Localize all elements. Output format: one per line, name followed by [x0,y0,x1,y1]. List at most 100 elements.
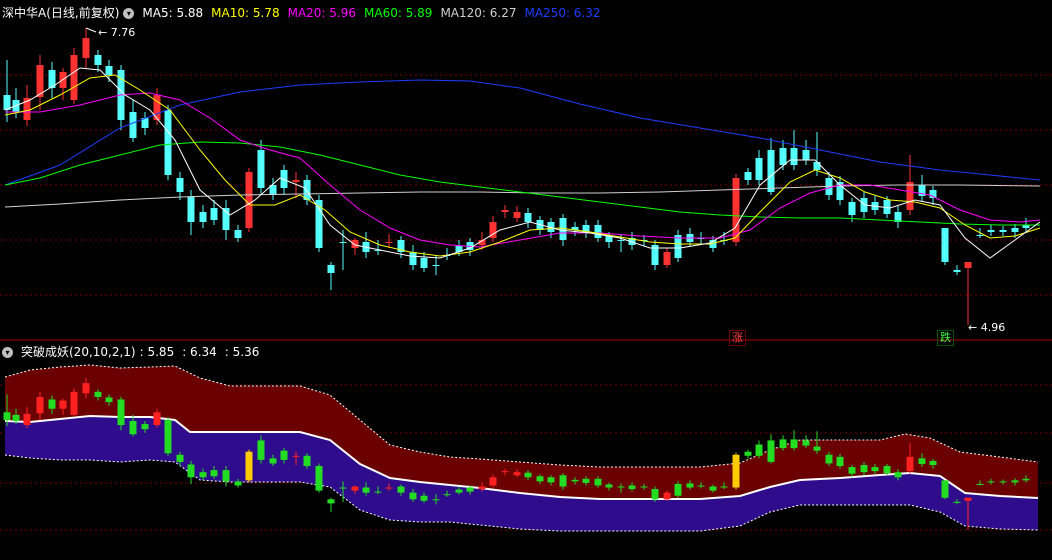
candle-down [813,162,821,170]
candle-up [385,242,393,243]
indicator-candle-down [941,480,949,498]
indicator-candle-down [697,485,705,487]
indicator-candle-down [720,486,728,488]
candle-down [94,55,102,65]
indicator-candle-up [478,486,486,490]
indicator-candle-down [141,424,149,430]
indicator-candle-up [489,477,497,486]
candle-down [848,202,856,215]
ma20-label: MA20: 5.96 [287,6,357,20]
indicator-candle-down [674,483,682,496]
indicator-candle-down [187,464,195,478]
indicator-candle-up [964,497,972,501]
indicator-candle-up [153,412,161,426]
indicator-value-2: : 6.34 [182,345,217,359]
indicator-candle-down [420,495,428,501]
indicator-value-1: : 5.85 [139,345,175,359]
indicator-candle-down [48,399,56,409]
indicator-candle-down [397,486,405,493]
indicator-candle-down [953,501,961,503]
ma120-label: MA120: 6.27 [440,6,517,20]
candle-down [105,66,113,75]
indicator-candle-down [466,487,474,492]
candle-up [732,178,740,242]
indicator-candle-down [524,472,532,478]
ma60-label: MA60: 5.89 [364,6,433,20]
indicator-candle-down [1022,478,1030,481]
indicator-candle-down [536,476,544,482]
candle-down [941,228,949,262]
indicator-candle-down [199,472,207,478]
high-marker [85,27,97,33]
indicator-candle-down [594,478,602,486]
candle-down [744,172,752,180]
candle-down [420,258,428,268]
candle-down [199,212,207,222]
candle-up [663,252,671,265]
indicator-candle-down [210,470,218,477]
chevron-down-icon[interactable]: ▾ [123,7,135,19]
candle-down [953,270,961,272]
indicator-candle-down [559,475,567,487]
candle-down [767,150,775,192]
fall-tag: 跌 [937,330,954,346]
candle-up [153,95,161,120]
indicator-value-3: : 5.36 [224,345,260,359]
candle-down [234,230,242,238]
indicator-candle-down [269,458,277,464]
indicator-candle-down [871,467,879,472]
candle-up [82,38,90,58]
indicator-candle-up [663,492,671,500]
indicator-candle-down [605,484,613,488]
candle-down [999,230,1007,232]
indicator-candle-down [315,466,323,491]
indicator-candle-down [12,414,20,421]
indicator-candle-up [70,391,78,415]
indicator-candle-down [836,456,844,467]
candle-down [594,225,602,238]
indicator-candle-down [651,489,659,500]
stock-chart[interactable]: ← 7.76 ← 4.96 [0,0,1052,560]
indicator-candle-down [280,450,288,460]
indicator-candle-down [94,391,102,397]
candle-down [210,208,218,220]
indicator-candle-down [547,477,555,483]
high-price-label: ← 7.76 [98,26,135,39]
indicator-candle-down [105,397,113,403]
indicator-candle-up [36,396,44,414]
candle-down [432,265,440,266]
candle-up [513,212,521,218]
indicator-candle-down [825,454,833,464]
chevron-down-icon[interactable]: ▾ [2,346,13,358]
indicator-candle-down [709,486,717,491]
breakout-candle [245,451,253,481]
candle-down [1011,228,1019,232]
indicator-candle-down [582,478,590,483]
candle-down [187,197,195,222]
indicator-candle-down [362,487,370,493]
indicator-candle-up [513,472,521,476]
indicator-candle-down [860,465,868,473]
candle-up [292,180,300,182]
indicator-candle-down [755,444,763,456]
candle-down [129,112,137,138]
candle-down [176,178,184,192]
candle-down [315,200,323,248]
indicator-candle-up [292,455,300,457]
indicator-candle-down [999,481,1007,483]
candle-up [245,172,253,228]
candle-down [409,252,417,265]
candle-down [802,150,810,160]
indicator-candle-down [443,494,451,496]
candle-up [964,262,972,268]
indicator-candle-down [455,489,463,493]
ma10-label: MA10: 5.78 [211,6,280,20]
indicator-candle-down [303,455,311,467]
rise-tag: 涨 [729,330,746,346]
indicator-candle-down [409,492,417,500]
indicator-candle-up [501,471,509,473]
stock-title: 深中华A(日线,前复权) [2,6,120,20]
ma5-label: MA5: 5.88 [142,6,204,20]
indicator-candle-up [82,383,90,394]
candle-down [339,242,347,243]
